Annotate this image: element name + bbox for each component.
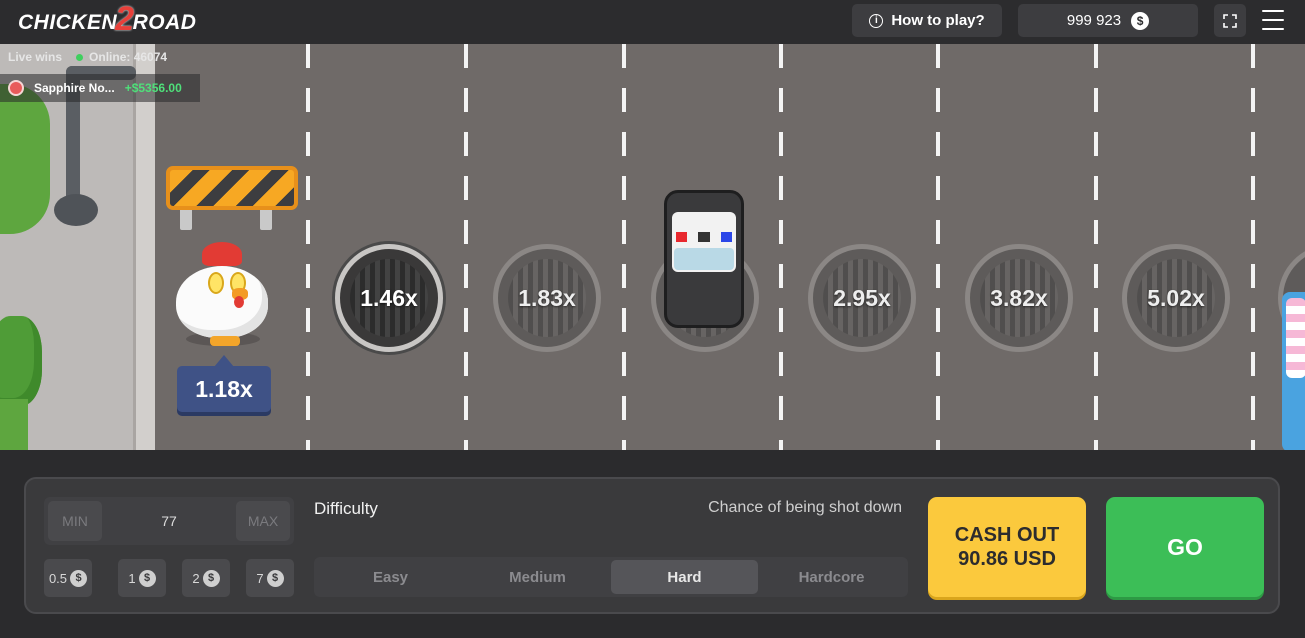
lane-divider [936, 44, 940, 450]
dollar-coin-icon: $ [1131, 11, 1150, 30]
avatar [8, 80, 24, 96]
lane-divider [1251, 44, 1255, 450]
lane-divider [1094, 44, 1098, 450]
chip-0-5-button[interactable]: 0.5 $ [44, 559, 92, 597]
difficulty-label: Difficulty [314, 499, 378, 518]
game-road: 1.18x 1.46x 1.83x 2.95x 3.82x 5.02x [0, 44, 1305, 450]
menu-icon[interactable] [1262, 10, 1284, 30]
dollar-coin-icon: $ [70, 569, 88, 587]
dollar-coin-icon: $ [138, 569, 156, 587]
bet-amount-box: MIN 77 MAX 0.5 $ 1 $ 2 $ 7 $ [44, 497, 294, 597]
street-lamp-base [54, 194, 98, 226]
cash-out-button[interactable]: CASH OUT 90.86 USD [928, 497, 1086, 597]
lane-divider [779, 44, 783, 450]
curb [133, 44, 155, 450]
game-app: CHICKEN 2 ROAD i How to play? 999 923 $ [0, 0, 1305, 638]
info-icon: i [869, 13, 884, 28]
go-button[interactable]: GO [1106, 497, 1264, 597]
difficulty-hardcore[interactable]: Hardcore [758, 560, 905, 594]
dollar-coin-icon: $ [202, 569, 220, 587]
max-bet-button[interactable]: MAX [236, 501, 290, 541]
chicken-character [172, 236, 272, 348]
grass-patch [0, 399, 28, 450]
fullscreen-icon [1223, 13, 1237, 28]
fullscreen-button[interactable] [1214, 4, 1246, 37]
balance-display: 999 923 $ [1018, 4, 1198, 37]
chip-2-button[interactable]: 2 $ [182, 559, 230, 597]
difficulty-hard[interactable]: Hard [611, 560, 758, 594]
manhole-step-5[interactable]: 3.82x [965, 244, 1073, 352]
min-bet-button[interactable]: MIN [48, 501, 102, 541]
dollar-coin-icon: $ [266, 569, 284, 587]
lane-divider [306, 44, 310, 450]
police-car [660, 186, 748, 332]
manhole-step-2[interactable]: 1.83x [493, 244, 601, 352]
how-to-play-button[interactable]: i How to play? [852, 4, 1002, 37]
top-bar: CHICKEN 2 ROAD i How to play? 999 923 $ [0, 0, 1305, 44]
winner-name: Sapphire No... [34, 81, 115, 95]
road-barrier [166, 166, 298, 230]
bet-control-panel: MIN 77 MAX 0.5 $ 1 $ 2 $ 7 $ Difficulty Chan… [24, 477, 1280, 614]
difficulty-selector: Easy Medium Hard Hardcore [314, 557, 908, 597]
manhole-step-1[interactable]: 1.46x [335, 244, 443, 352]
current-multiplier-badge: 1.18x [177, 355, 271, 412]
online-dot-icon [76, 54, 84, 61]
difficulty-medium[interactable]: Medium [464, 560, 611, 594]
live-wins-title: Live wins [8, 50, 63, 64]
lane-divider [622, 44, 626, 450]
chip-7-button[interactable]: 7 $ [246, 559, 294, 597]
ice-cream-truck [1282, 292, 1305, 450]
win-amount: +$5356.00 [124, 81, 182, 95]
tree [0, 84, 50, 234]
logo: CHICKEN 2 ROAD [18, 0, 197, 38]
lane-divider [464, 44, 468, 450]
live-win-entry: Sapphire No... +$5356.00 [0, 74, 200, 102]
manhole-step-4[interactable]: 2.95x [808, 244, 916, 352]
bet-amount-input[interactable]: 77 [108, 497, 230, 545]
bet-amount-row: MIN 77 MAX [44, 497, 294, 545]
balance-value: 999 923 [1066, 12, 1122, 29]
chip-1-button[interactable]: 1 $ [118, 559, 166, 597]
difficulty-easy[interactable]: Easy [317, 560, 464, 594]
bush [0, 316, 42, 406]
live-wins-panel: Live wins Online: 46074 Sapphire No... +… [0, 44, 200, 104]
online-count: Online: 46074 [76, 50, 167, 64]
chance-label: Chance of being shot down [708, 499, 902, 516]
manhole-step-6[interactable]: 5.02x [1122, 244, 1230, 352]
